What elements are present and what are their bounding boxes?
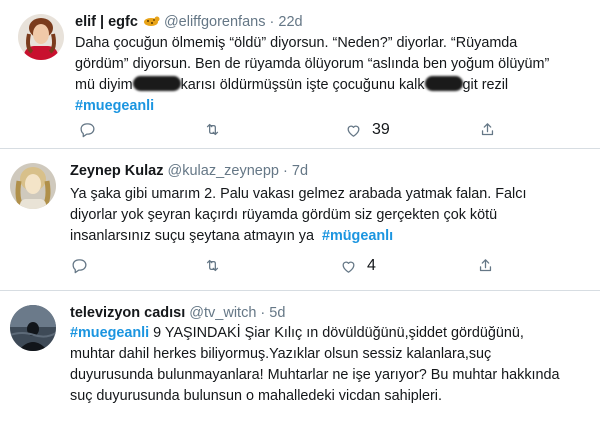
share-button[interactable] — [477, 257, 494, 274]
tweet-line: diyorlar yok şeyran kaçırdı rüyamda görd… — [70, 207, 498, 223]
user-handle[interactable]: @kulaz_zeynepp — [168, 163, 279, 179]
user-handle[interactable]: @tv_witch — [189, 305, 256, 321]
timestamp[interactable]: 7d — [292, 163, 308, 179]
retweet-button[interactable] — [204, 257, 221, 274]
tweet-header: televizyon cadısı @tv_witch · 5d — [70, 305, 285, 321]
tweet-header: elif | egfc @eliffgorenfans · 22d — [75, 14, 303, 30]
leopard-emoji-icon — [142, 15, 160, 27]
heart-icon — [342, 261, 355, 273]
tweet-line: #muegeanli 9 YAŞINDAKİ Şiar Kılıç ın döv… — [70, 323, 560, 344]
avatar[interactable] — [10, 163, 56, 209]
tweet-line: Ya şaka gibi umarım 2. Palu vakası gelme… — [70, 186, 527, 202]
tweet-card[interactable]: televizyon cadısı @tv_witch · 5d #muegea… — [0, 290, 600, 436]
tweet-line-segment: mü diyim — [75, 77, 133, 93]
tweet-line: insanlarsınız suçu şeytana atmayın ya #m… — [70, 226, 526, 247]
tweet-line-segment: 9 YAŞINDAKİ Şiar Kılıç ın dövüldüğünü,şi… — [149, 325, 524, 341]
heart-icon — [347, 125, 360, 137]
display-name[interactable]: televizyon cadısı — [70, 305, 185, 321]
avatar[interactable] — [18, 14, 64, 60]
tweet-line: Daha çocuğun ölmemiş “öldü” diyorsun. “N… — [75, 35, 518, 51]
timestamp[interactable]: 5d — [269, 305, 285, 321]
like-count: 39 — [372, 121, 390, 138]
tweet-line: muhtar dahil herkes biliyormuş.Yazıklar … — [70, 346, 492, 362]
tweet-line: gördüm” diyorsun. Ben de rüyamda ölüyoru… — [75, 56, 550, 72]
avatar[interactable] — [10, 305, 56, 351]
separator-dot: · — [283, 163, 288, 179]
reply-icon — [72, 259, 87, 274]
share-button[interactable] — [479, 121, 496, 138]
share-icon — [481, 123, 494, 136]
display-name[interactable]: elif | egfc — [75, 14, 138, 30]
reply-button[interactable] — [71, 257, 88, 274]
hashtag-link[interactable]: #mügeanlı — [322, 228, 393, 244]
like-button[interactable]: 39 — [345, 121, 390, 139]
hashtag-link[interactable]: #muegeanli — [70, 325, 149, 341]
user-handle[interactable]: @eliffgorenfans — [164, 14, 266, 30]
tweet-line: suç duyurusunda bulunsun o mahalledeki v… — [70, 388, 442, 404]
tweet-text: Daha çocuğun ölmemiş “öldü” diyorsun. “N… — [75, 33, 549, 117]
reply-icon — [80, 123, 95, 138]
tweet-line-segment: insanlarsınız suçu şeytana atmayın ya — [70, 228, 314, 244]
reply-button[interactable] — [79, 121, 96, 138]
tweet-card[interactable]: elif | egfc @eliffgorenfans · 22d Daha ç… — [0, 0, 600, 146]
tweet-text: Ya şaka gibi umarım 2. Palu vakası gelme… — [70, 184, 526, 247]
timestamp[interactable]: 22d — [278, 14, 302, 30]
tweet-header: Zeynep Kulaz @kulaz_zeynepp · 7d — [70, 163, 308, 179]
share-icon — [479, 259, 492, 272]
retweet-icon — [206, 123, 219, 136]
retweet-button[interactable] — [204, 121, 221, 138]
redaction-blur — [424, 76, 463, 91]
like-count: 4 — [367, 257, 376, 274]
tweet-line: duyurusunda bulunmayanlara! Muhtarlar ne… — [70, 367, 560, 383]
hashtag-link[interactable]: #muegeanli — [75, 98, 154, 114]
like-button[interactable]: 4 — [340, 257, 376, 275]
redaction-blur — [132, 76, 181, 91]
tweet-line-segment: git rezil — [462, 77, 509, 93]
tweet-line: mü diyim karısı öldürmüşsün işte çocuğunu… — [75, 75, 549, 96]
display-name[interactable]: Zeynep Kulaz — [70, 163, 163, 179]
tweet-line-segment: karısı öldürmüşsün işte çocuğunu kalk — [180, 77, 425, 93]
separator-dot: · — [269, 14, 275, 30]
tweet-card[interactable]: Zeynep Kulaz @kulaz_zeynepp · 7d Ya şaka… — [0, 148, 600, 288]
tweet-text: #muegeanli 9 YAŞINDAKİ Şiar Kılıç ın döv… — [70, 323, 560, 407]
retweet-icon — [206, 259, 219, 272]
separator-dot: · — [260, 305, 266, 321]
